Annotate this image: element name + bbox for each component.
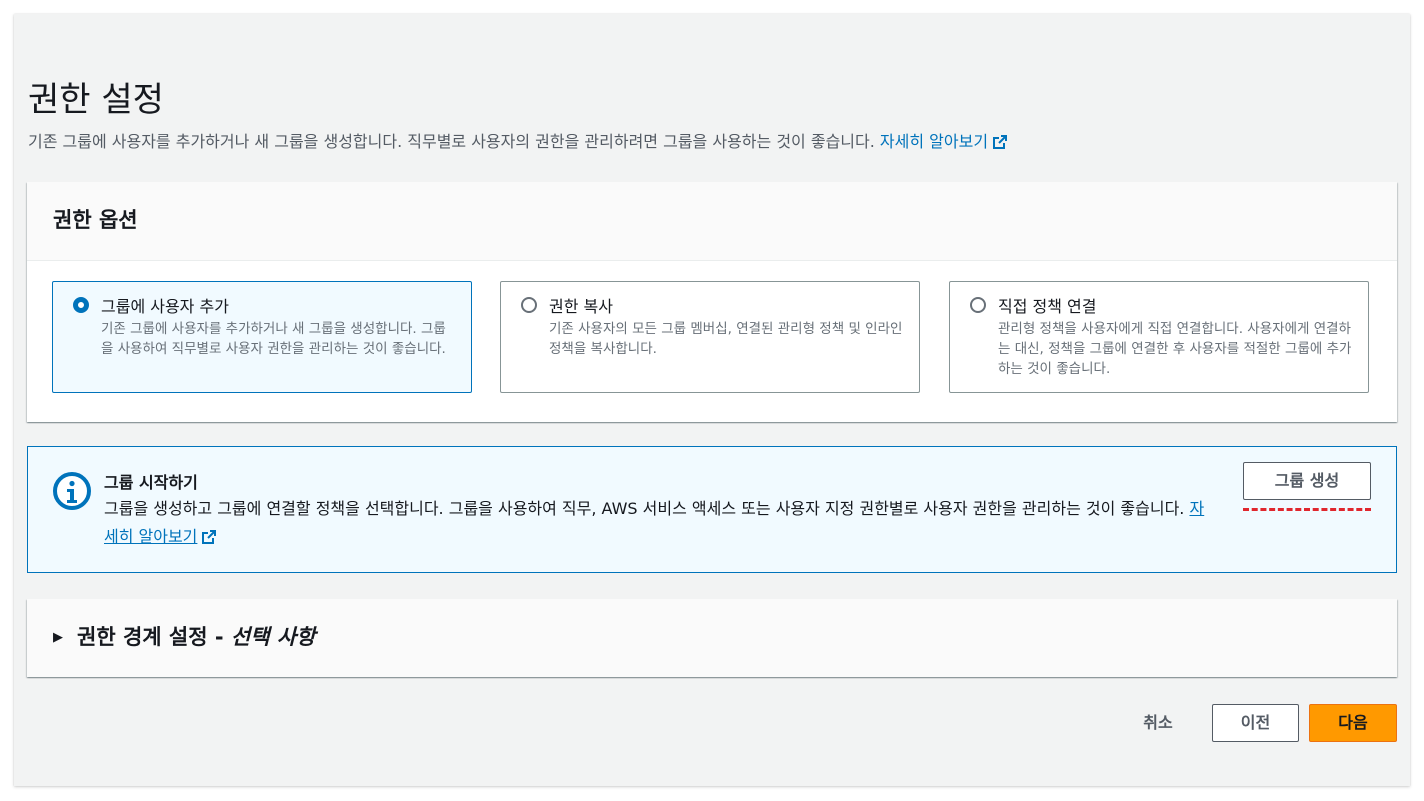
info-icon <box>53 472 91 510</box>
next-button[interactable]: 다음 <box>1309 704 1397 742</box>
create-group-button[interactable]: 그룹 생성 <box>1243 462 1371 500</box>
permissions-page: 권한 설정 기존 그룹에 사용자를 추가하거나 새 그룹을 생성합니다. 직무별… <box>14 14 1410 786</box>
radio-button-selected[interactable] <box>73 297 89 313</box>
tile-attach-policies-directly[interactable]: 직접 정책 연결 관리형 정책을 사용자에게 직접 연결합니다. 사용자에게 연… <box>949 281 1369 393</box>
permissions-boundary-expander[interactable]: ▶ 권한 경계 설정 - 선택 사항 <box>53 621 315 651</box>
expander-title: 권한 경계 설정 - <box>77 625 231 649</box>
page-description-text: 기존 그룹에 사용자를 추가하거나 새 그룹을 생성합니다. 직무별로 사용자의… <box>28 132 875 151</box>
tile-title: 직접 정책 연결 <box>998 297 1097 316</box>
panel-title: 권한 옵션 <box>53 208 138 232</box>
page-description: 기존 그룹에 사용자를 추가하거나 새 그룹을 생성합니다. 직무별로 사용자의… <box>28 128 1008 152</box>
caret-right-icon: ▶ <box>53 630 63 645</box>
external-link-icon <box>202 530 217 544</box>
tile-description: 기존 사용자의 모든 그룹 멤버십, 연결된 관리형 정책 및 인라인 정책을 … <box>549 321 903 357</box>
alert-body: 그룹을 생성하고 그룹에 연결할 정책을 선택합니다. 그룹을 사용하여 직무,… <box>104 495 1214 551</box>
permission-options-panel: 권한 옵션 그룹에 사용자 추가 기존 그룹에 사용자를 추가하거나 새 그룹을… <box>27 182 1397 422</box>
previous-button[interactable]: 이전 <box>1212 704 1299 742</box>
tile-copy-permissions[interactable]: 권한 복사 기존 사용자의 모든 그룹 멤버십, 연결된 관리형 정책 및 인라… <box>500 281 920 393</box>
panel-header: 권한 옵션 <box>27 182 1397 261</box>
tile-add-user-to-group[interactable]: 그룹에 사용자 추가 기존 그룹에 사용자를 추가하거나 새 그룹을 생성합니다… <box>52 281 472 393</box>
learn-more-link[interactable]: 자세히 알아보기 <box>880 132 1008 151</box>
highlight-underline <box>1243 508 1371 511</box>
radio-button[interactable] <box>970 297 986 313</box>
page-title: 권한 설정 <box>28 80 164 120</box>
expander-optional: 선택 사항 <box>230 625 316 649</box>
permissions-boundary-panel: ▶ 권한 경계 설정 - 선택 사항 <box>27 599 1397 677</box>
tile-description: 관리형 정책을 사용자에게 직접 연결합니다. 사용자에게 연결하는 대신, 정… <box>998 321 1352 377</box>
cancel-button[interactable]: 취소 <box>1124 704 1192 742</box>
external-link-icon <box>993 135 1008 149</box>
alert-title: 그룹 시작하기 <box>104 473 198 492</box>
tile-title: 권한 복사 <box>549 297 613 316</box>
tile-description: 기존 그룹에 사용자를 추가하거나 새 그룹을 생성합니다. 그룹을 사용하여 … <box>101 321 446 357</box>
alert-body-text: 그룹을 생성하고 그룹에 연결할 정책을 선택합니다. 그룹을 사용하여 직무,… <box>104 499 1185 518</box>
radio-button[interactable] <box>521 297 537 313</box>
tile-title: 그룹에 사용자 추가 <box>101 297 229 316</box>
info-alert: 그룹 시작하기 그룹을 생성하고 그룹에 연결할 정책을 선택합니다. 그룹을 … <box>27 446 1397 573</box>
